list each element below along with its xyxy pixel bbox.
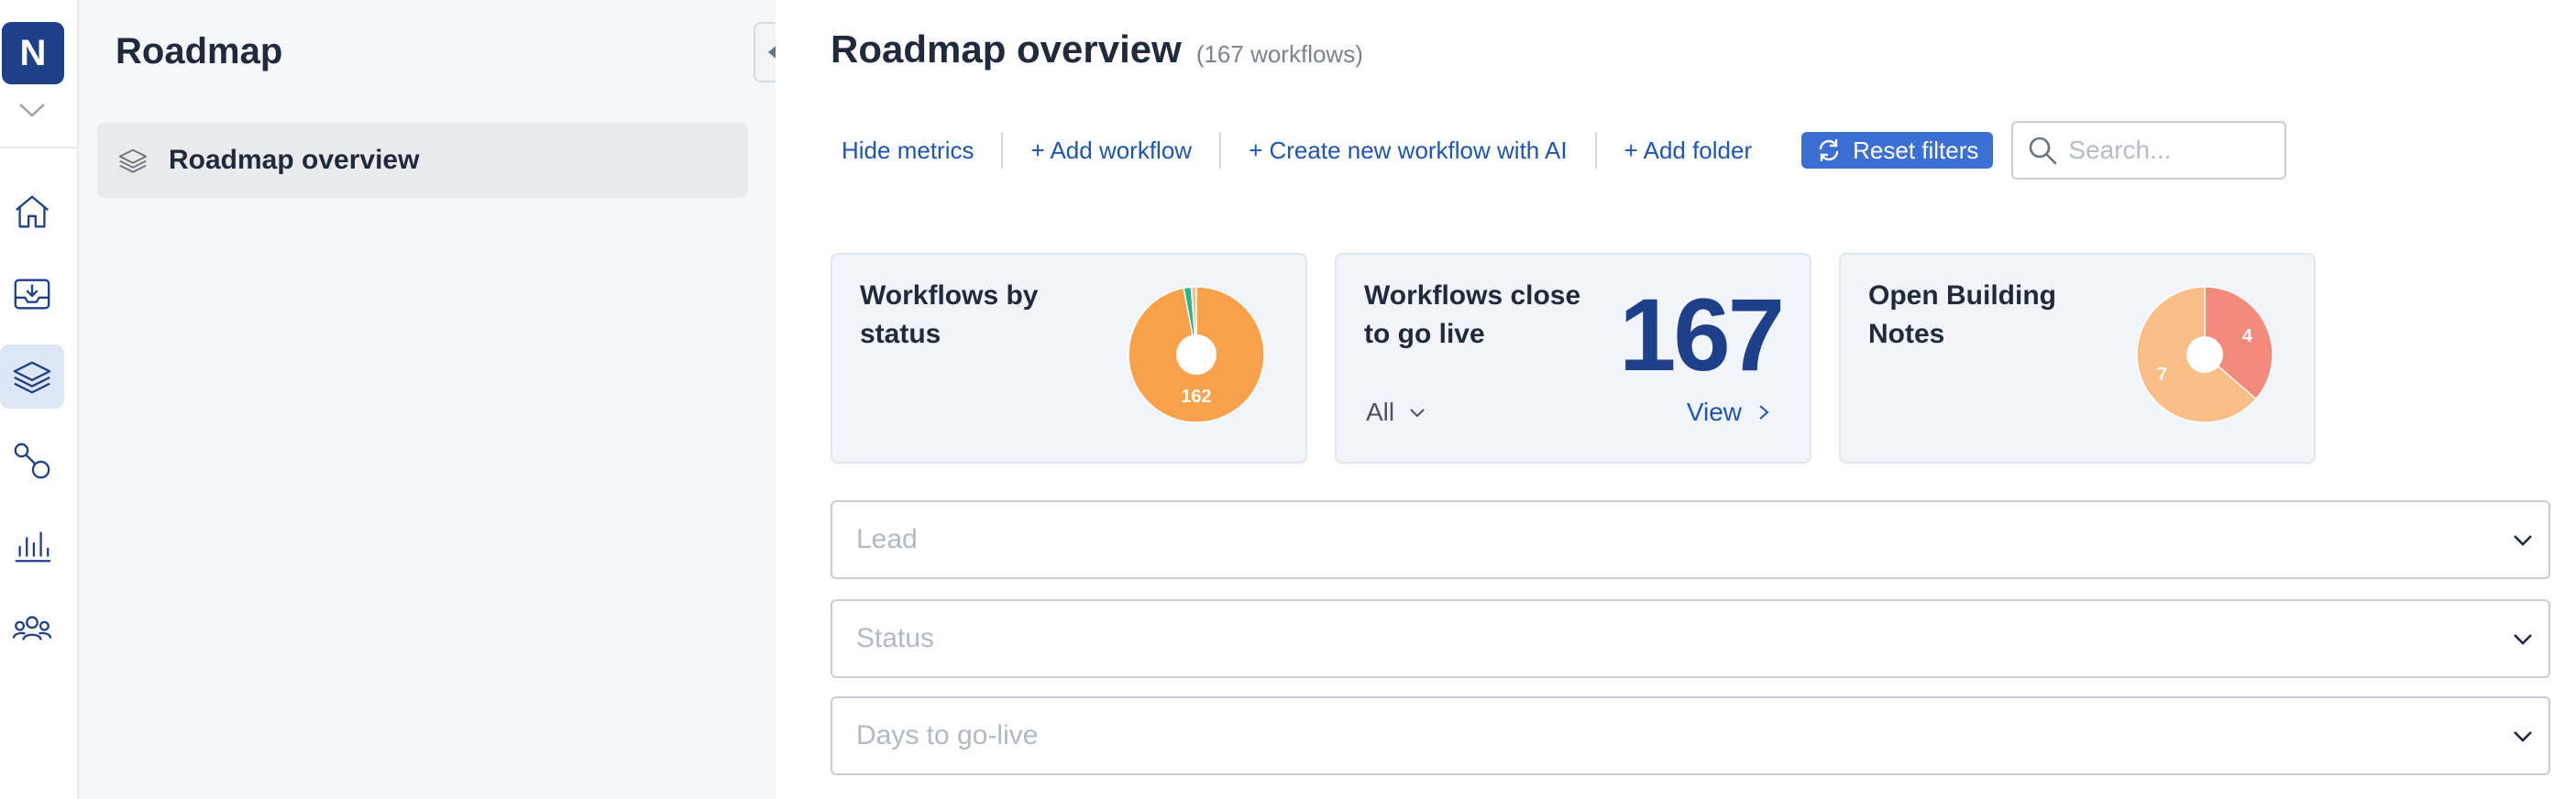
- workflows-by-status-card[interactable]: Workflows by status 162: [831, 253, 1307, 464]
- chevron-down-icon: [2514, 634, 2532, 645]
- add-workflow-link[interactable]: + Add workflow: [1003, 132, 1222, 169]
- rail-item-team[interactable]: [0, 597, 64, 662]
- pie-hole: [2186, 336, 2223, 373]
- chevron-right-icon: [1759, 405, 1769, 420]
- sidebar-item-roadmap-overview[interactable]: Roadmap overview: [97, 123, 748, 198]
- go-live-filter-value: All: [1366, 398, 1395, 426]
- rail-item-workflows[interactable]: [0, 429, 64, 493]
- create-ai-workflow-link[interactable]: + Create new workflow with AI: [1221, 132, 1597, 169]
- pie-slice-label: 7: [2157, 365, 2167, 385]
- open-building-notes-card[interactable]: Open Building Notes 47: [1839, 253, 2316, 464]
- lead-filter-dropdown[interactable]: Lead: [831, 500, 2550, 579]
- main-content: Roadmap overview (167 workflows) Hide me…: [776, 0, 2576, 799]
- layers-icon: [118, 148, 148, 173]
- rail-item-analytics[interactable]: [0, 513, 64, 577]
- status-filter-placeholder: Status: [856, 623, 935, 653]
- rail-item-inbox[interactable]: [0, 262, 64, 326]
- team-icon: [12, 616, 52, 640]
- workflow-count: (167 workflows): [1195, 40, 1363, 68]
- go-live-count: 167: [1619, 278, 1785, 392]
- workspace-logo-letter: N: [19, 32, 47, 73]
- hide-metrics-link[interactable]: Hide metrics: [831, 132, 1004, 169]
- rail-divider: [0, 147, 77, 148]
- pie-value-label: 162: [1181, 387, 1211, 407]
- add-folder-link[interactable]: + Add folder: [1597, 132, 1780, 169]
- pie-hole: [1176, 334, 1216, 375]
- icon-rail: N: [0, 0, 79, 799]
- card-title: Workflows by status: [860, 280, 1039, 349]
- chevron-down-icon: [2514, 535, 2532, 546]
- chevron-down-icon[interactable]: [17, 99, 48, 121]
- reset-filters-button[interactable]: Reset filters: [1801, 132, 1994, 169]
- search-input[interactable]: [2068, 136, 2271, 165]
- lead-filter-placeholder: Lead: [856, 524, 918, 554]
- chevron-down-icon: [1410, 409, 1425, 418]
- workspace-logo[interactable]: N: [2, 22, 64, 84]
- card-title: Open Building Notes: [1868, 280, 2056, 349]
- workflow-icon: [14, 443, 50, 479]
- view-link-label: View: [1686, 398, 1742, 426]
- close-to-go-live-card[interactable]: Workflows close to go live 167 All View: [1335, 253, 1811, 464]
- project-sidebar: Roadmap Roadmap overview: [79, 0, 776, 799]
- sidebar-title: Roadmap: [116, 31, 283, 71]
- toolbar: Hide metrics + Add workflow + Create new…: [831, 121, 2287, 180]
- status-pie-chart[interactable]: 162: [1128, 286, 1265, 423]
- search-box[interactable]: [2011, 121, 2287, 180]
- chevron-down-icon: [2514, 731, 2532, 742]
- home-icon: [16, 195, 49, 228]
- refresh-icon: [1819, 138, 1839, 162]
- days-to-go-live-filter-dropdown[interactable]: Days to go-live: [831, 696, 2550, 775]
- pie-slice-label: 4: [2242, 326, 2253, 346]
- page-title: Roadmap overview: [831, 27, 1182, 71]
- go-live-filter-dropdown[interactable]: All: [1366, 398, 1427, 427]
- days-filter-placeholder: Days to go-live: [856, 720, 1039, 750]
- view-link[interactable]: View: [1687, 398, 1773, 427]
- status-filter-dropdown[interactable]: Status: [831, 599, 2550, 678]
- page-header: Roadmap overview (167 workflows): [831, 27, 1363, 71]
- analytics-icon: [15, 531, 51, 563]
- notes-pie-chart[interactable]: 47: [2136, 286, 2273, 423]
- layers-icon: [13, 361, 51, 394]
- rail-item-home[interactable]: [0, 180, 64, 244]
- search-icon: [2030, 137, 2057, 165]
- inbox-icon: [14, 279, 50, 310]
- reset-filters-label: Reset filters: [1853, 136, 1979, 164]
- sidebar-item-label: Roadmap overview: [169, 145, 420, 175]
- card-title: Workflows close to go live: [1364, 280, 1581, 349]
- rail-item-roadmap[interactable]: [0, 345, 64, 409]
